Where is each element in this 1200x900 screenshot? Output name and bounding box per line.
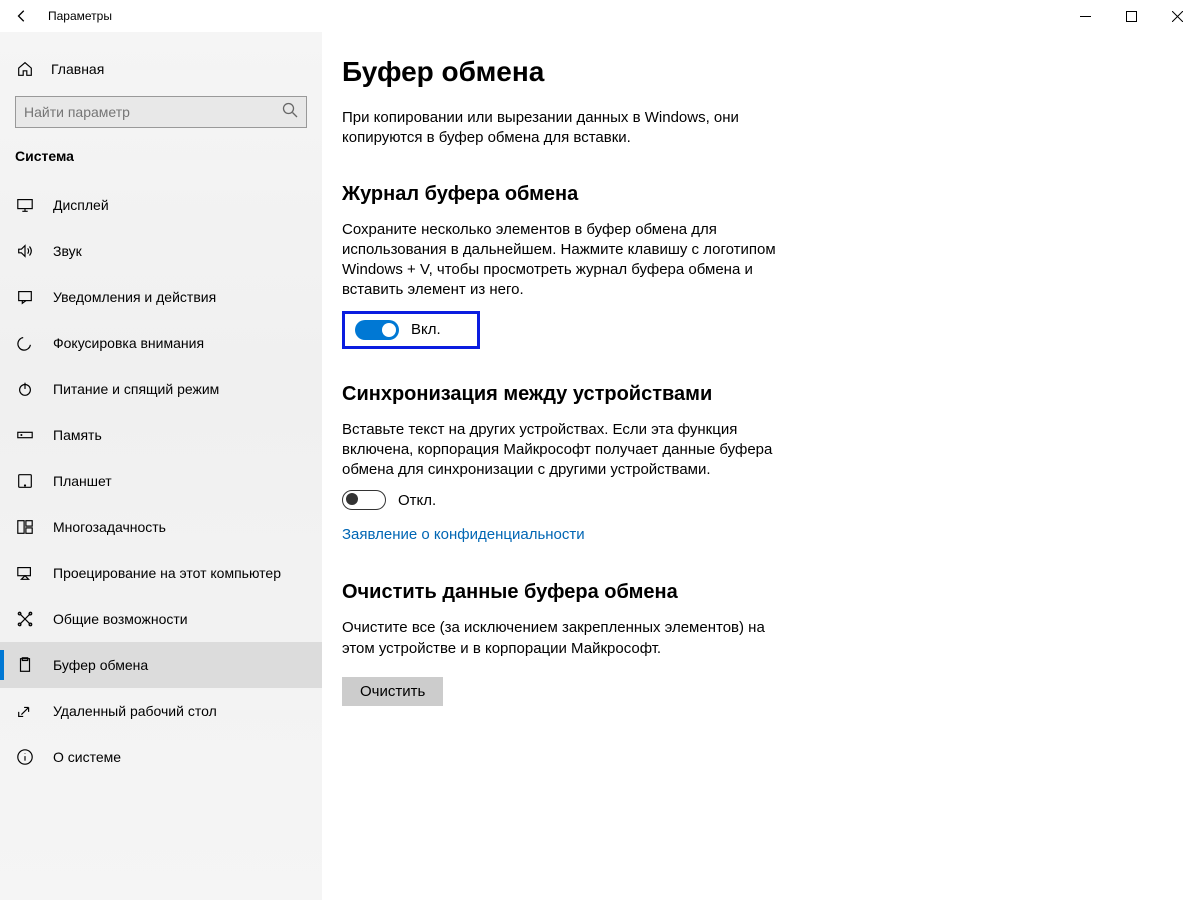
- history-toggle[interactable]: [355, 320, 399, 340]
- sidebar-nav: Дисплей Звук Уведомления и действия Фоку…: [0, 182, 322, 780]
- minimize-button[interactable]: [1062, 0, 1108, 32]
- sidebar-item-label: Планшет: [53, 473, 112, 489]
- history-toggle-highlight: Вкл.: [342, 311, 480, 349]
- storage-icon: [15, 425, 35, 445]
- multitasking-icon: [15, 517, 35, 537]
- main-content: Буфер обмена При копировании или вырезан…: [322, 32, 1200, 900]
- sidebar-item-multitasking[interactable]: Многозадачность: [0, 504, 322, 550]
- sidebar-item-power[interactable]: Питание и спящий режим: [0, 366, 322, 412]
- history-toggle-state: Вкл.: [411, 321, 441, 338]
- display-icon: [15, 195, 35, 215]
- sidebar-item-label: Питание и спящий режим: [53, 381, 219, 397]
- sidebar-item-about[interactable]: О системе: [0, 734, 322, 780]
- sidebar-item-clipboard[interactable]: Буфер обмена: [0, 642, 322, 688]
- sidebar-item-remote-desktop[interactable]: Удаленный рабочий стол: [0, 688, 322, 734]
- sidebar-item-focus-assist[interactable]: Фокусировка внимания: [0, 320, 322, 366]
- sidebar-item-label: Общие возможности: [53, 611, 188, 627]
- close-button[interactable]: [1154, 0, 1200, 32]
- sync-toggle[interactable]: [342, 490, 386, 510]
- sidebar-item-label: Буфер обмена: [53, 657, 148, 673]
- search-icon: [282, 102, 298, 123]
- sidebar-item-label: Многозадачность: [53, 519, 166, 535]
- sync-toggle-state: Откл.: [398, 492, 436, 509]
- sound-icon: [15, 241, 35, 261]
- sidebar-item-label: Уведомления и действия: [53, 289, 216, 305]
- notifications-icon: [15, 287, 35, 307]
- power-icon: [15, 379, 35, 399]
- page-intro: При копировании или вырезании данных в W…: [342, 108, 782, 149]
- tablet-icon: [15, 471, 35, 491]
- privacy-link[interactable]: Заявление о конфиденциальности: [342, 526, 585, 543]
- page-title: Буфер обмена: [342, 56, 1176, 88]
- sidebar-section-heading: Система: [0, 144, 322, 182]
- projecting-icon: [15, 563, 35, 583]
- titlebar: Параметры: [0, 0, 1200, 32]
- sidebar-item-storage[interactable]: Память: [0, 412, 322, 458]
- sidebar-item-display[interactable]: Дисплей: [0, 182, 322, 228]
- history-section-title: Журнал буфера обмена: [342, 183, 1176, 206]
- sidebar-item-label: Удаленный рабочий стол: [53, 703, 217, 719]
- search-input[interactable]: [15, 96, 307, 128]
- search-field[interactable]: [24, 104, 282, 120]
- sidebar-item-label: Дисплей: [53, 197, 109, 213]
- sidebar-item-sound[interactable]: Звук: [0, 228, 322, 274]
- clear-section-title: Очистить данные буфера обмена: [342, 581, 1176, 604]
- home-icon: [15, 60, 35, 78]
- sidebar-item-label: Память: [53, 427, 102, 443]
- maximize-button[interactable]: [1108, 0, 1154, 32]
- sidebar: Главная Система Дисплей Звук Уведомления…: [0, 32, 322, 900]
- sidebar-item-tablet[interactable]: Планшет: [0, 458, 322, 504]
- history-section-desc: Сохраните несколько элементов в буфер об…: [342, 220, 792, 301]
- remote-desktop-icon: [15, 701, 35, 721]
- sidebar-item-label: Фокусировка внимания: [53, 335, 204, 351]
- sidebar-item-label: Звук: [53, 243, 82, 259]
- about-icon: [15, 747, 35, 767]
- clear-section-desc: Очистите все (за исключением закрепленны…: [342, 618, 792, 659]
- sidebar-home[interactable]: Главная: [0, 52, 322, 86]
- sync-toggle-row: Откл.: [342, 490, 1176, 510]
- sidebar-item-label: Проецирование на этот компьютер: [53, 565, 281, 581]
- clear-button[interactable]: Очистить: [342, 677, 443, 706]
- window-controls: [1062, 0, 1200, 32]
- sidebar-item-projecting[interactable]: Проецирование на этот компьютер: [0, 550, 322, 596]
- focus-assist-icon: [15, 333, 35, 353]
- sync-section-desc: Вставьте текст на других устройствах. Ес…: [342, 420, 792, 481]
- sidebar-home-label: Главная: [51, 61, 104, 77]
- sidebar-item-shared[interactable]: Общие возможности: [0, 596, 322, 642]
- sync-section-title: Синхронизация между устройствами: [342, 383, 1176, 406]
- clipboard-icon: [15, 655, 35, 675]
- window-title: Параметры: [48, 9, 112, 23]
- sidebar-item-notifications[interactable]: Уведомления и действия: [0, 274, 322, 320]
- back-button[interactable]: [0, 0, 44, 32]
- sidebar-item-label: О системе: [53, 749, 121, 765]
- shared-icon: [15, 609, 35, 629]
